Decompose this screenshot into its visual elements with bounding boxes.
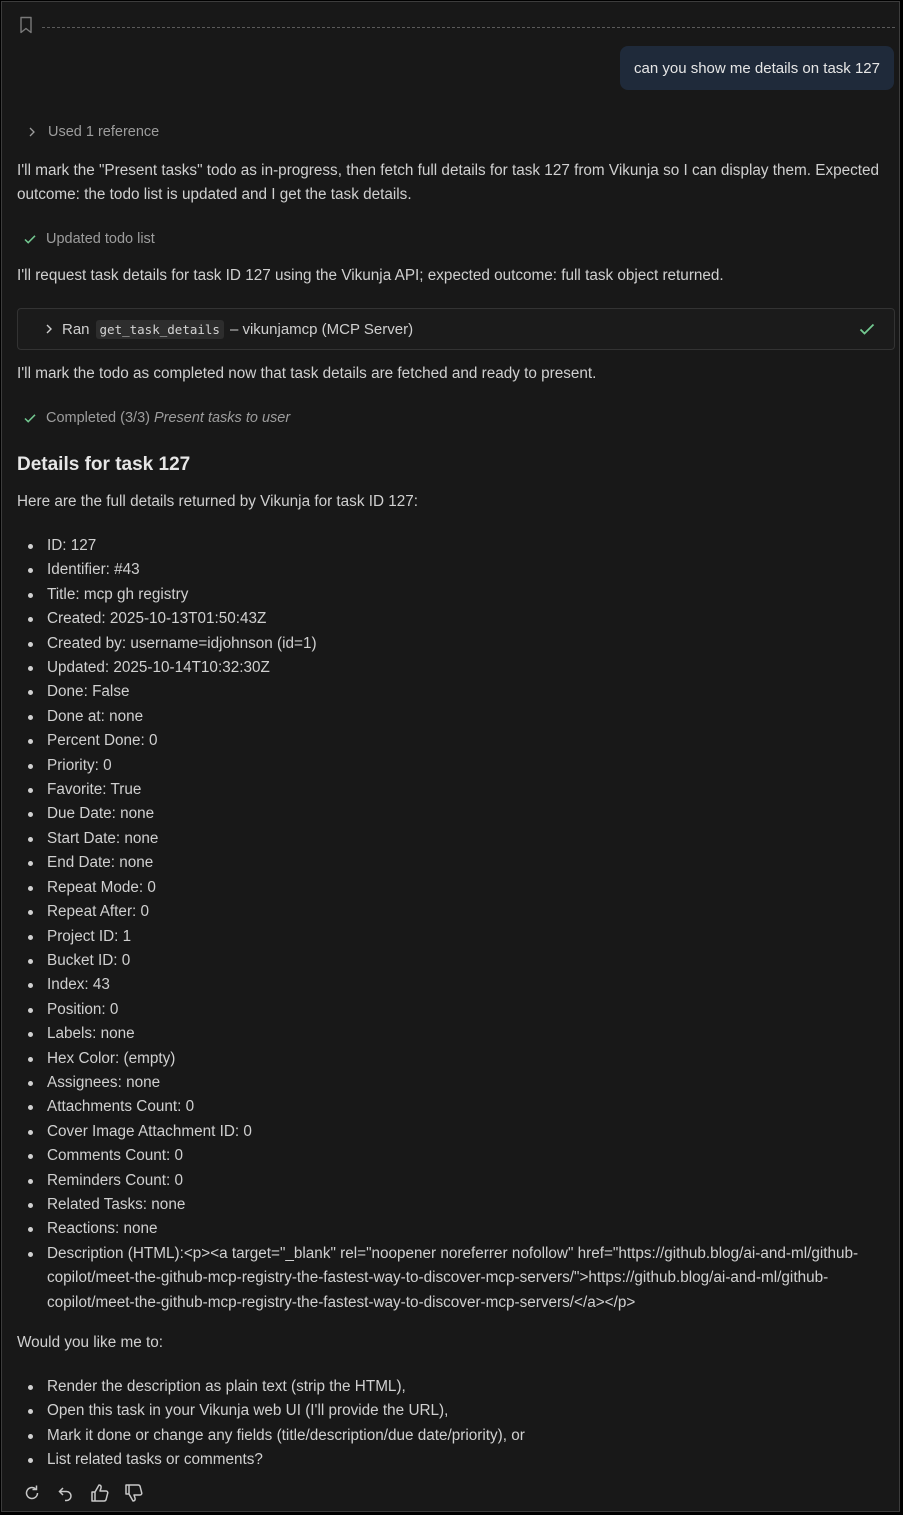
option-list-item: Render the description as plain text (st… — [17, 1375, 887, 1399]
reference-toggle[interactable]: Used 1 reference — [25, 124, 159, 140]
detail-list-item: Cover Image Attachment ID: 0 — [17, 1120, 887, 1144]
assistant-request-text: I'll request task details for task ID 12… — [17, 267, 724, 284]
turn-separator — [42, 27, 895, 28]
option-list-item: Mark it done or change any fields (title… — [17, 1424, 887, 1448]
option-list-item: List related tasks or comments? — [17, 1448, 887, 1472]
completed-label: Completed (3/3) — [46, 410, 150, 426]
tool-call-suffix: – vikunjamcp (MCP Server) — [229, 320, 414, 338]
detail-list-item: Due Date: none — [17, 802, 887, 826]
detail-list-item: Done at: none — [17, 705, 887, 729]
detail-list-item: Title: mcp gh registry — [17, 583, 887, 607]
chat-panel: can you show me details on task 127 Used… — [1, 1, 900, 1512]
assistant-completion-text: I'll mark the todo as completed now that… — [17, 365, 597, 382]
detail-list-item: Related Tasks: none — [17, 1193, 887, 1217]
detail-list-item: Priority: 0 — [17, 754, 887, 778]
detail-list-item: Hex Color: (empty) — [17, 1047, 887, 1071]
option-list-item: Open this task in your Vikunja web UI (I… — [17, 1399, 887, 1423]
detail-list-item: Index: 43 — [17, 973, 887, 997]
user-message-text: can you show me details on task 127 — [634, 59, 880, 77]
tool-call-box[interactable]: Ran get_task_details – vikunjamcp (MCP S… — [17, 308, 895, 350]
message-actions — [21, 1482, 145, 1504]
retry-icon[interactable] — [21, 1482, 43, 1504]
detail-list-item: Repeat Mode: 0 — [17, 876, 887, 900]
updated-todo-label: Updated todo list — [46, 231, 155, 247]
detail-list-item: Bucket ID: 0 — [17, 949, 887, 973]
tool-name: get_task_details — [95, 319, 224, 339]
detail-list-item: Description (HTML):<p><a target="_blank"… — [17, 1242, 887, 1315]
detail-list-item: Project ID: 1 — [17, 925, 887, 949]
details-heading-wrap: Details for task 127 — [17, 454, 190, 476]
detail-list-item: ID: 127 — [17, 534, 887, 558]
detail-list-item: Comments Count: 0 — [17, 1144, 887, 1168]
completed-status[interactable]: Completed (3/3) Present tasks to user — [23, 410, 290, 426]
detail-list-item: Percent Done: 0 — [17, 729, 887, 753]
thumbs-down-icon[interactable] — [123, 1482, 145, 1504]
options-list: Render the description as plain text (st… — [17, 1375, 887, 1473]
tool-call-prefix: Ran — [62, 320, 90, 338]
reference-label: Used 1 reference — [48, 124, 160, 140]
detail-list-item: Position: 0 — [17, 998, 887, 1022]
chevron-right-icon — [42, 322, 56, 336]
detail-list-item: Attachments Count: 0 — [17, 1095, 887, 1119]
check-icon — [858, 320, 876, 338]
detail-list-item: Done: False — [17, 680, 887, 704]
detail-list-item: Start Date: none — [17, 827, 887, 851]
user-message: can you show me details on task 127 — [620, 46, 894, 90]
detail-list-item: End Date: none — [17, 851, 887, 875]
detail-list-item: Repeat After: 0 — [17, 900, 887, 924]
detail-list-item: Updated: 2025-10-14T10:32:30Z — [17, 656, 887, 680]
detail-list-item: Favorite: True — [17, 778, 887, 802]
undo-icon[interactable] — [55, 1482, 77, 1504]
completed-task: Present tasks to user — [153, 410, 291, 426]
detail-list-item: Reminders Count: 0 — [17, 1169, 887, 1193]
details-list: ID: 127 Identifier: #43 Title: mcp gh regi… — [17, 534, 887, 1315]
details-lead-text: Here are the full details returned by Vi… — [17, 493, 419, 510]
followup-question: Would you like me to: — [17, 1334, 163, 1351]
detail-list-item: Assignees: none — [17, 1071, 887, 1095]
chevron-right-icon — [25, 125, 39, 139]
assistant-intro-text: I'll mark the "Present tasks" todo as in… — [17, 162, 880, 203]
detail-list-item: Created: 2025-10-13T01:50:43Z — [17, 607, 887, 631]
check-icon — [23, 232, 37, 246]
thumbs-up-icon[interactable] — [89, 1482, 111, 1504]
detail-list-item: Reactions: none — [17, 1217, 887, 1241]
detail-list-item: Identifier: #43 — [17, 558, 887, 582]
details-heading: Details for task 127 — [17, 454, 191, 475]
bookmark-icon[interactable] — [19, 16, 33, 34]
detail-list-item: Created by: username=idjohnson (id=1) — [17, 632, 887, 656]
check-icon — [23, 411, 37, 425]
detail-list-item: Labels: none — [17, 1022, 887, 1046]
todo-update-status[interactable]: Updated todo list — [23, 231, 155, 247]
